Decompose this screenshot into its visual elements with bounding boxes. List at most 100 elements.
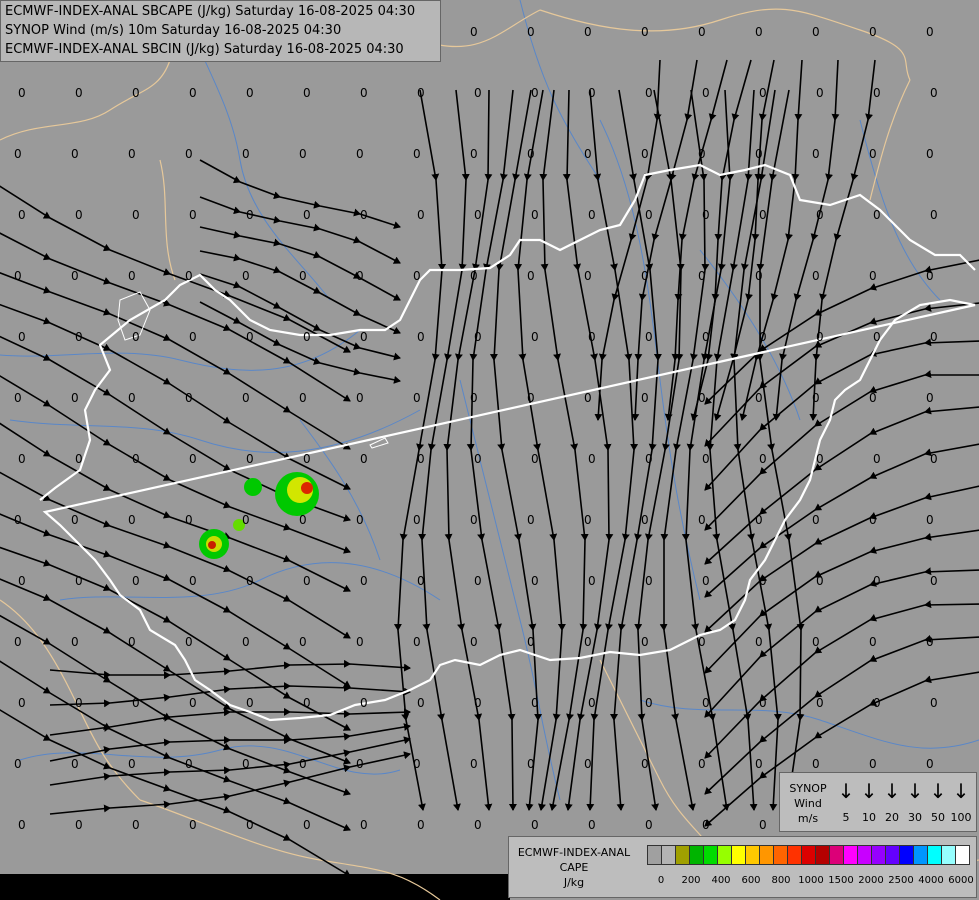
cin-value-86: 0 xyxy=(531,330,539,344)
wind-legend-arrow-icon: ↓ xyxy=(837,779,855,803)
cin-value-128: 0 xyxy=(14,513,22,527)
cin-value-78: 0 xyxy=(75,330,83,344)
bottom-black-strip xyxy=(0,874,510,900)
cin-value-97: 0 xyxy=(185,391,193,405)
cin-value-8: 0 xyxy=(926,25,934,39)
wind-legend-arrow-icon: ↓ xyxy=(860,779,878,803)
cin-value-104: 0 xyxy=(584,391,592,405)
cin-value-91: 0 xyxy=(816,330,824,344)
wind-legend-arrow-icon: ↓ xyxy=(929,779,947,803)
cin-value-92: 0 xyxy=(873,330,881,344)
cape-swatch-4 xyxy=(703,845,718,865)
wind-legend-speed: 50 xyxy=(931,811,945,824)
cape-swatch-16 xyxy=(871,845,886,865)
cin-value-118: 0 xyxy=(417,452,425,466)
cin-value-2: 0 xyxy=(584,25,592,39)
cin-value-43: 0 xyxy=(18,208,26,222)
title-line-cin: ECMWF-INDEX-ANAL SBCIN (J/kg) Saturday 1… xyxy=(5,42,404,57)
cin-value-198: 0 xyxy=(128,757,136,771)
cin-value-81: 0 xyxy=(246,330,254,344)
cin-value-179: 0 xyxy=(18,696,26,710)
cin-value-199: 0 xyxy=(185,757,193,771)
cin-value-174: 0 xyxy=(698,635,706,649)
cin-value-168: 0 xyxy=(356,635,364,649)
cin-value-66: 0 xyxy=(356,269,364,283)
cape-tick-label: 2000 xyxy=(858,875,884,886)
cin-value-94: 0 xyxy=(14,391,22,405)
cape-swatch-15 xyxy=(857,845,872,865)
cin-value-223: 0 xyxy=(588,818,596,832)
cin-value-100: 0 xyxy=(356,391,364,405)
cin-value-83: 0 xyxy=(360,330,368,344)
cin-value-96: 0 xyxy=(128,391,136,405)
cin-value-36: 0 xyxy=(584,147,592,161)
cin-value-113: 0 xyxy=(132,452,140,466)
cin-value-222: 0 xyxy=(531,818,539,832)
cape-swatch-19 xyxy=(913,845,928,865)
cin-value-202: 0 xyxy=(356,757,364,771)
cin-value-107: 0 xyxy=(755,391,763,405)
cape-swatch-10 xyxy=(787,845,802,865)
cin-value-131: 0 xyxy=(185,513,193,527)
cin-value-184: 0 xyxy=(303,696,311,710)
cin-value-209: 0 xyxy=(755,757,763,771)
cin-value-152: 0 xyxy=(417,574,425,588)
cin-value-135: 0 xyxy=(413,513,421,527)
cin-value-25: 0 xyxy=(930,86,938,100)
cin-value-167: 0 xyxy=(299,635,307,649)
cin-value-59: 0 xyxy=(930,208,938,222)
cin-value-124: 0 xyxy=(759,452,767,466)
cin-value-101: 0 xyxy=(413,391,421,405)
cin-value-150: 0 xyxy=(303,574,311,588)
cin-value-220: 0 xyxy=(417,818,425,832)
cin-value-192: 0 xyxy=(759,696,767,710)
cin-value-196: 0 xyxy=(14,757,22,771)
cin-value-159: 0 xyxy=(816,574,824,588)
cin-value-180: 0 xyxy=(75,696,83,710)
cin-value-50: 0 xyxy=(417,208,425,222)
cin-value-17: 0 xyxy=(474,86,482,100)
cin-value-163: 0 xyxy=(71,635,79,649)
cin-value-111: 0 xyxy=(18,452,26,466)
cin-value-138: 0 xyxy=(584,513,592,527)
cape-swatch-21 xyxy=(941,845,956,865)
cin-value-103: 0 xyxy=(527,391,535,405)
cin-value-205: 0 xyxy=(527,757,535,771)
cin-value-169: 0 xyxy=(413,635,421,649)
cin-value-187: 0 xyxy=(474,696,482,710)
cin-value-126: 0 xyxy=(873,452,881,466)
cin-value-6: 0 xyxy=(812,25,820,39)
cape-tick-label: 1000 xyxy=(798,875,824,886)
cin-value-225: 0 xyxy=(702,818,710,832)
cape-swatch-2 xyxy=(675,845,690,865)
cape-swatch-20 xyxy=(927,845,942,865)
wind-legend-title: SYNOP xyxy=(789,782,827,795)
cin-value-16: 0 xyxy=(417,86,425,100)
cin-value-23: 0 xyxy=(816,86,824,100)
cin-value-87: 0 xyxy=(588,330,596,344)
cape-patch-6 xyxy=(208,541,216,549)
cin-value-216: 0 xyxy=(189,818,197,832)
cin-value-207: 0 xyxy=(641,757,649,771)
cin-value-136: 0 xyxy=(470,513,478,527)
cin-value-191: 0 xyxy=(702,696,710,710)
cin-value-48: 0 xyxy=(303,208,311,222)
cin-value-155: 0 xyxy=(588,574,596,588)
cape-legend-unit: J/kg xyxy=(563,876,585,889)
cin-value-147: 0 xyxy=(132,574,140,588)
cin-value-123: 0 xyxy=(702,452,710,466)
cin-value-70: 0 xyxy=(584,269,592,283)
cin-value-137: 0 xyxy=(527,513,535,527)
cin-value-175: 0 xyxy=(755,635,763,649)
cin-value-35: 0 xyxy=(527,147,535,161)
cin-value-29: 0 xyxy=(185,147,193,161)
cin-value-14: 0 xyxy=(303,86,311,100)
weather-map: 0 0 0 0 0 0 0 0 0 0 0 0 0 0 0 0 0 0 0 0 0 0 0 0 0 0 0 0 0 0 0 0 0 0 0 0 0 0 0 0… xyxy=(0,0,979,900)
cin-value-120: 0 xyxy=(531,452,539,466)
wind-legend-line2: Wind xyxy=(794,797,822,810)
cin-value-214: 0 xyxy=(75,818,83,832)
map-background xyxy=(0,0,979,900)
cin-value-64: 0 xyxy=(242,269,250,283)
cape-legend-title: ECMWF-INDEX-ANAL xyxy=(517,846,631,859)
cin-value-33: 0 xyxy=(413,147,421,161)
